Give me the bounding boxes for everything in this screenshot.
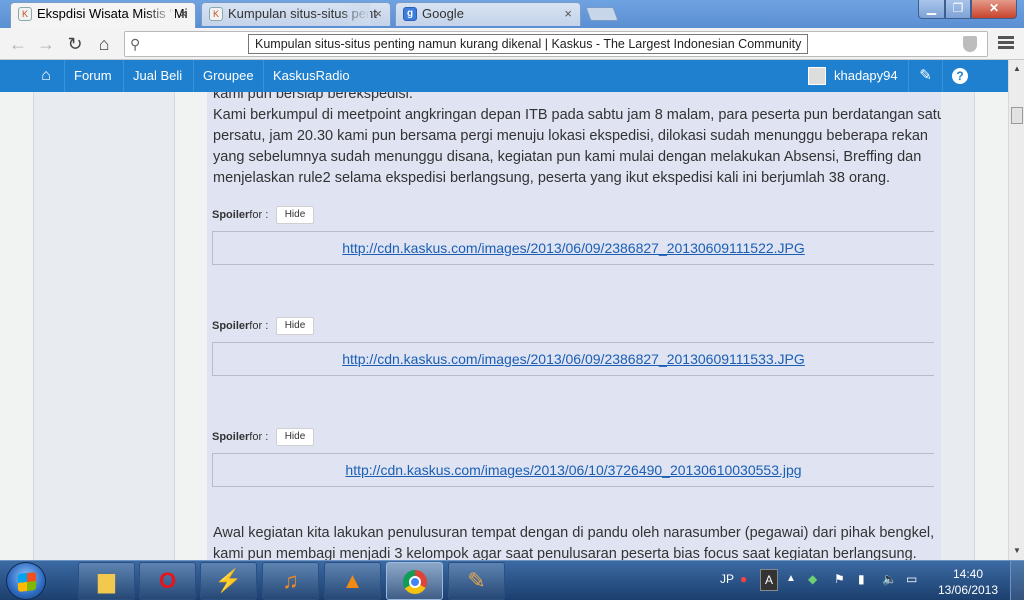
avatar[interactable]: [808, 67, 826, 85]
windows-logo-icon: [18, 572, 36, 592]
tab-google[interactable]: g Google ×: [395, 2, 581, 26]
post-body: kami pun bersiap berekspedisi. Kami berk…: [207, 92, 945, 560]
language-indicator[interactable]: JP: [718, 561, 736, 600]
close-tab-icon[interactable]: ×: [564, 3, 572, 25]
left-column: [33, 92, 175, 560]
scroll-up-icon[interactable]: ▲: [1013, 64, 1021, 73]
spoiler-hide-button[interactable]: Hide: [276, 206, 314, 224]
page-content: kami pun bersiap berekspedisi. Kami berk…: [0, 92, 1008, 560]
spoiler-content: http://cdn.kaskus.com/images/2013/06/09/…: [212, 342, 934, 376]
tab-ekspedisi[interactable]: K Ekspdisi Wisata Mistis "Mi ×: [10, 2, 196, 28]
spoiler-label: Spoilerfor :: [212, 431, 269, 443]
ime-icon[interactable]: ●: [740, 561, 747, 600]
post-text-line: yang sebelumnya sudah menunggu disana, k…: [213, 149, 922, 165]
post-text-line: Kami berkumpul di meetpoint angkringan d…: [213, 107, 945, 123]
show-desktop-button[interactable]: [1010, 561, 1024, 600]
post-text-line: kami pun membagi menjadi 3 kelompok agar…: [213, 546, 917, 560]
nav-forum[interactable]: Forum: [64, 60, 121, 92]
google-favicon-icon: g: [403, 7, 417, 21]
spoiler-content: http://cdn.kaskus.com/images/2013/06/10/…: [212, 453, 934, 487]
scroll-down-icon[interactable]: ▼: [1013, 546, 1021, 555]
address-bar[interactable]: ⚲ Kumpulan situs-situs penting namun kur…: [124, 31, 988, 57]
usb-device-icon[interactable]: ▮: [858, 561, 865, 600]
system-clock[interactable]: 14:40 13/06/2013: [936, 566, 1000, 598]
tab-title: Google: [422, 6, 464, 21]
windows-taskbar: ▆ O ⚡ ♫ ▲ ✎ JP ● A ▲ ◆ ⚑ ▮ 🔈 ▭ 14:40 13/…: [0, 560, 1024, 600]
forward-arrow-icon[interactable]: →: [34, 32, 58, 56]
vlc-taskbar-icon[interactable]: ▲: [324, 562, 381, 600]
address-text[interactable]: Kumpulan situs-situs penting namun kuran…: [248, 34, 809, 54]
network-icon[interactable]: ◆: [808, 561, 817, 600]
right-column: [941, 92, 975, 560]
shield-icon[interactable]: [963, 36, 977, 52]
nav-groupee[interactable]: Groupee: [193, 60, 263, 92]
clock-time: 14:40: [952, 567, 984, 581]
spoiler-label: Spoilerfor :: [212, 209, 269, 221]
spoiler-hide-button[interactable]: Hide: [276, 317, 314, 335]
start-button[interactable]: [6, 562, 46, 600]
browser-titlebar: K Ekspdisi Wisata Mistis "Mi × K Kumpula…: [0, 0, 1024, 28]
minimize-button[interactable]: ▁: [918, 0, 945, 19]
opera-taskbar-icon[interactable]: O: [139, 562, 196, 600]
chrome-taskbar-icon[interactable]: [386, 562, 443, 600]
menu-icon[interactable]: [998, 36, 1014, 51]
kaskus-favicon-icon: K: [209, 7, 223, 21]
post-text-line: kami pun bersiap berekspedisi.: [213, 92, 413, 102]
action-center-flag-icon[interactable]: ⚑: [834, 561, 845, 600]
close-tab-icon[interactable]: ×: [374, 3, 382, 25]
nav-jual-beli[interactable]: Jual Beli: [123, 60, 191, 92]
kaskus-favicon-icon: K: [18, 7, 32, 21]
back-arrow-icon[interactable]: ←: [6, 32, 30, 56]
search-icon: ⚲: [130, 36, 141, 52]
music-player-taskbar-icon[interactable]: ♫: [262, 562, 319, 600]
winamp-taskbar-icon[interactable]: ⚡: [200, 562, 257, 600]
paint-taskbar-icon[interactable]: ✎: [448, 562, 505, 600]
page-scrollbar[interactable]: ▲ ▼: [1008, 60, 1024, 560]
maximize-button[interactable]: ❐: [945, 0, 971, 19]
scroll-thumb[interactable]: [1011, 107, 1023, 124]
show-hidden-icons-icon[interactable]: ▲: [786, 561, 796, 600]
reload-icon[interactable]: ↻: [63, 32, 87, 56]
site-home-icon[interactable]: ⌂: [30, 60, 62, 92]
help-button[interactable]: ?: [942, 60, 976, 92]
username[interactable]: khadapy94: [834, 60, 898, 92]
help-icon: ?: [952, 68, 968, 84]
spoiler-hide-button[interactable]: Hide: [276, 428, 314, 446]
post-text-line: Awal kegiatan kita lakukan penulusuran t…: [213, 525, 935, 541]
image-link[interactable]: http://cdn.kaskus.com/images/2013/06/10/…: [345, 462, 801, 478]
close-window-button[interactable]: ✕: [971, 0, 1017, 19]
close-tab-icon[interactable]: ×: [179, 3, 187, 25]
pencil-icon[interactable]: ✎: [908, 60, 942, 92]
ime-mode-indicator[interactable]: A: [760, 569, 778, 591]
image-link[interactable]: http://cdn.kaskus.com/images/2013/06/09/…: [342, 240, 805, 256]
image-link[interactable]: http://cdn.kaskus.com/images/2013/06/09/…: [342, 351, 805, 367]
new-tab-button[interactable]: [585, 7, 619, 21]
nav-kaskusradio[interactable]: KaskusRadio: [263, 60, 359, 92]
spoiler-content: http://cdn.kaskus.com/images/2013/06/09/…: [212, 231, 934, 265]
post-text-line: persatu, jam 20.30 kami pun bersama perg…: [213, 128, 928, 144]
spoiler-label: Spoilerfor :: [212, 320, 269, 332]
browser-toolbar: ← → ↻ ⌂ ⚲ Kumpulan situs-situs penting n…: [0, 28, 1024, 60]
display-icon[interactable]: ▭: [906, 561, 917, 600]
home-icon[interactable]: ⌂: [92, 32, 116, 56]
clock-date: 13/06/2013: [937, 583, 999, 597]
volume-icon[interactable]: 🔈: [882, 561, 897, 600]
tab-kumpulan-situs[interactable]: K Kumpulan situs-situs pent ×: [201, 2, 391, 26]
post-text-line: menjelaskan rule2 selama ekspedisi berla…: [213, 170, 891, 186]
explorer-taskbar-icon[interactable]: ▆: [78, 562, 135, 600]
site-navbar: ⌂ Forum Jual Beli Groupee KaskusRadio kh…: [0, 60, 1008, 92]
